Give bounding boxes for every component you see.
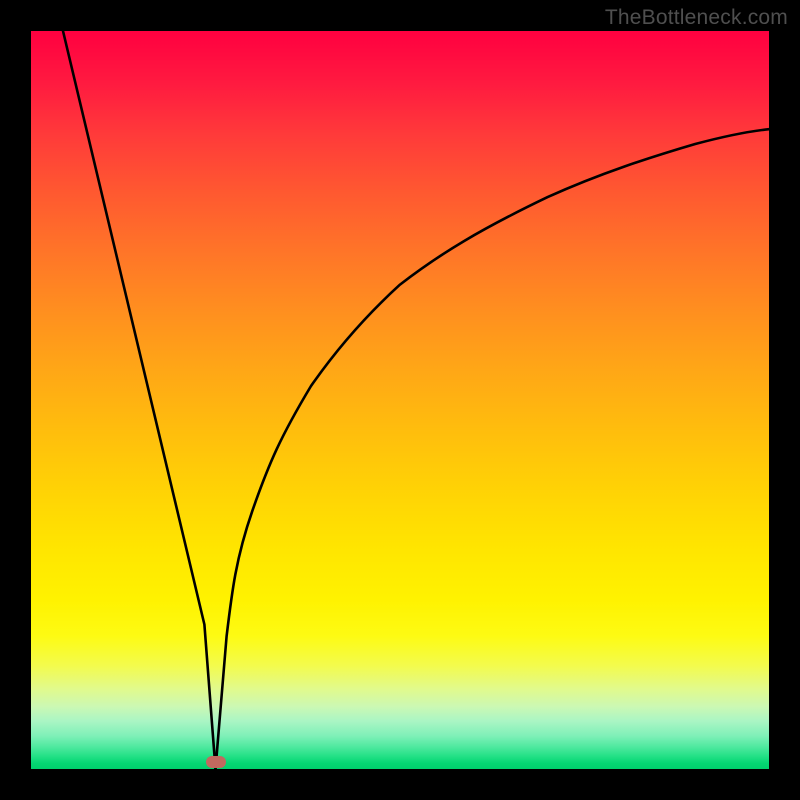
bottleneck-curve [31,31,769,769]
watermark-text: TheBottleneck.com [605,6,788,30]
minimum-marker [206,756,226,768]
curve-right-branch [216,129,770,769]
plot-area [31,31,769,769]
curve-left-branch [63,31,216,769]
chart-frame: TheBottleneck.com [0,0,800,800]
